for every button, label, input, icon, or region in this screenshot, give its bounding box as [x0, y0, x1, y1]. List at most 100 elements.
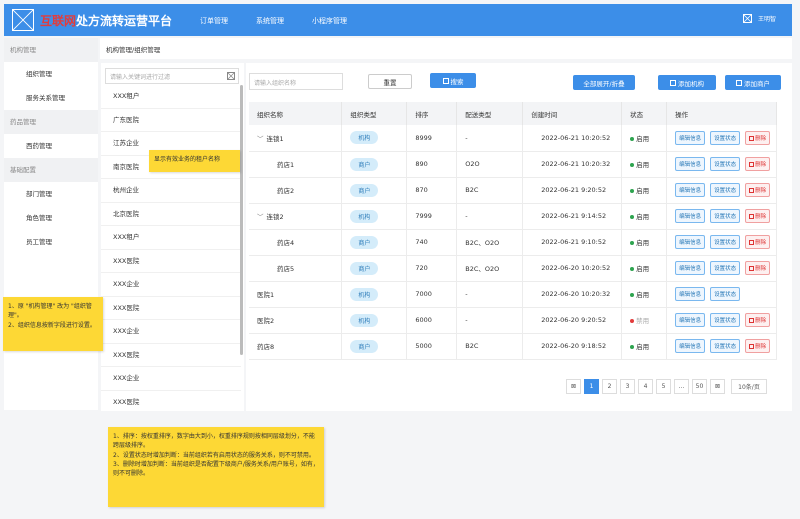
- edit-info-button[interactable]: 编辑信息: [675, 157, 706, 171]
- set-status-button[interactable]: 设置状态: [710, 183, 741, 197]
- prev-page-icon[interactable]: ⊠: [566, 379, 581, 394]
- sidebar-item[interactable]: 角色管理: [4, 206, 98, 230]
- delete-button[interactable]: 删除: [745, 183, 771, 197]
- tree-item[interactable]: XXX医院: [101, 250, 241, 273]
- org-search-input[interactable]: 请输入组织名称: [249, 73, 343, 90]
- user-name: 王明智: [757, 16, 776, 23]
- page-button[interactable]: ...: [674, 379, 689, 394]
- tree-item[interactable]: XXX租户: [101, 85, 241, 109]
- page-button[interactable]: 50: [692, 379, 707, 394]
- tree-item[interactable]: 北京医院: [101, 203, 241, 226]
- created-cell: 2022-06-21 9:14:52: [522, 203, 623, 230]
- search-button[interactable]: 搜索: [430, 73, 476, 88]
- set-status-button[interactable]: 设置状态: [710, 235, 741, 249]
- delete-button[interactable]: 删除: [745, 235, 771, 249]
- set-status-button[interactable]: 设置状态: [710, 157, 741, 171]
- edit-info-button[interactable]: 编辑信息: [675, 287, 706, 301]
- tree-item[interactable]: XXX医院: [101, 297, 241, 320]
- add-icon: [670, 79, 676, 86]
- clear-icon[interactable]: [227, 72, 235, 80]
- delete-button[interactable]: 删除: [745, 339, 771, 353]
- tree-item[interactable]: 杭州企业: [101, 179, 241, 203]
- reset-button[interactable]: 重置: [368, 74, 412, 89]
- action-label: 编辑信息: [679, 214, 702, 220]
- org-type-cell: 商户: [341, 255, 408, 282]
- add-org-button[interactable]: 添加机构: [658, 75, 716, 90]
- org-name: 药店8: [257, 343, 275, 351]
- page-button[interactable]: 2: [602, 379, 617, 394]
- page-button[interactable]: 5: [656, 379, 671, 394]
- status-cell: 启用: [621, 229, 668, 256]
- status-cell: 启用: [621, 333, 668, 360]
- page-button[interactable]: 1: [584, 379, 599, 394]
- delete-button[interactable]: 删除: [745, 157, 771, 171]
- table-row: 药店8 商户 5000 B2C 2022-06-20 9:18:52 启用 编辑信息 设置状态…: [249, 333, 777, 360]
- nav-orders[interactable]: 订单管理: [200, 16, 228, 26]
- delete-button[interactable]: 删除: [745, 261, 771, 275]
- org-name: 药店5: [277, 265, 295, 273]
- page-button[interactable]: 4: [638, 379, 653, 394]
- edit-info-button[interactable]: 编辑信息: [675, 130, 706, 145]
- expand-collapse-button[interactable]: 全部展开/折叠: [573, 75, 635, 90]
- action-label: 编辑信息: [679, 266, 702, 272]
- edit-info-button[interactable]: 编辑信息: [675, 183, 706, 197]
- delete-button[interactable]: 删除: [745, 313, 771, 327]
- logo-placeholder-icon: [12, 9, 34, 31]
- sidebar-item[interactable]: 西药管理: [4, 134, 98, 158]
- user-menu[interactable]: 王明智: [742, 14, 776, 23]
- tree-item[interactable]: XXX企业: [101, 273, 241, 297]
- note-line: 2、设置状态时增加判断：当前组织若有启用状态的服务关系，则不可禁用。: [113, 451, 315, 459]
- delete-button[interactable]: 删除: [745, 130, 771, 145]
- status-dot: [630, 293, 635, 297]
- sidebar-item[interactable]: 服务关系管理: [4, 86, 98, 110]
- edit-info-button[interactable]: 编辑信息: [675, 313, 706, 327]
- tree-item[interactable]: 广东医院: [101, 109, 241, 132]
- delivery-cell: -: [456, 281, 524, 308]
- page-button[interactable]: 3: [620, 379, 635, 394]
- created-cell: 2022-06-21 10:20:32: [522, 151, 623, 178]
- column-header: 排序: [406, 102, 458, 125]
- tree-item[interactable]: XXX企业: [101, 320, 241, 344]
- add-store-button[interactable]: 添加商户: [725, 75, 781, 90]
- delete-button[interactable]: 删除: [745, 209, 771, 223]
- org-name-cell: ﹀ 连锁2: [249, 203, 343, 230]
- sidebar-group: 药品管理: [4, 110, 98, 134]
- action-label: 编辑信息: [679, 188, 702, 194]
- set-status-button[interactable]: 设置状态: [710, 287, 741, 301]
- action-label: 删除: [755, 266, 767, 272]
- set-status-button[interactable]: 设置状态: [710, 130, 741, 145]
- tree-scrollbar[interactable]: [240, 85, 243, 355]
- set-status-button[interactable]: 设置状态: [710, 209, 741, 223]
- tree-item[interactable]: XXX租户: [101, 226, 241, 250]
- actions-cell: 编辑信息 设置状态 删除: [666, 151, 777, 178]
- edit-info-button[interactable]: 编辑信息: [675, 261, 706, 275]
- nav-miniprogram[interactable]: 小程序管理: [312, 16, 347, 26]
- note-line: 1、原 "机构管理" 改为 "组织管理"。: [8, 303, 92, 320]
- tree-search-input[interactable]: 请输入关键词进行过滤: [105, 68, 239, 84]
- sidebar-item[interactable]: 部门管理: [4, 182, 98, 206]
- sidebar-item[interactable]: 员工管理: [4, 230, 98, 254]
- set-status-button[interactable]: 设置状态: [710, 261, 741, 275]
- org-name: 药店2: [277, 187, 295, 195]
- delivery-cell: -: [456, 203, 524, 230]
- tree-item[interactable]: XXX医院: [101, 391, 241, 412]
- org-type-cell: 机构: [341, 281, 408, 308]
- tree-item[interactable]: XXX企业: [101, 367, 241, 391]
- org-name-cell: 药店4: [249, 229, 343, 256]
- next-page-icon[interactable]: ⊠: [710, 379, 725, 394]
- edit-info-button[interactable]: 编辑信息: [675, 209, 706, 223]
- sidebar-item[interactable]: 组织管理: [4, 62, 98, 86]
- tree-item[interactable]: XXX医院: [101, 344, 241, 367]
- chevron-down-icon[interactable]: ﹀: [257, 211, 264, 221]
- delivery-cell: B2C、O2O: [456, 255, 524, 282]
- set-status-button[interactable]: 设置状态: [710, 339, 741, 353]
- status-cell: 启用: [621, 203, 668, 230]
- nav-system[interactable]: 系统管理: [256, 16, 284, 26]
- chevron-down-icon[interactable]: ﹀: [257, 133, 264, 143]
- set-status-button[interactable]: 设置状态: [710, 313, 741, 327]
- edit-info-button[interactable]: 编辑信息: [675, 339, 706, 353]
- action-label: 编辑信息: [679, 162, 702, 168]
- page-size-select[interactable]: 10条/页: [731, 379, 767, 394]
- table-header-row: 组织名称 组织类型 排序 配送类型 创建时间 状态 操作: [249, 102, 777, 125]
- edit-info-button[interactable]: 编辑信息: [675, 235, 706, 249]
